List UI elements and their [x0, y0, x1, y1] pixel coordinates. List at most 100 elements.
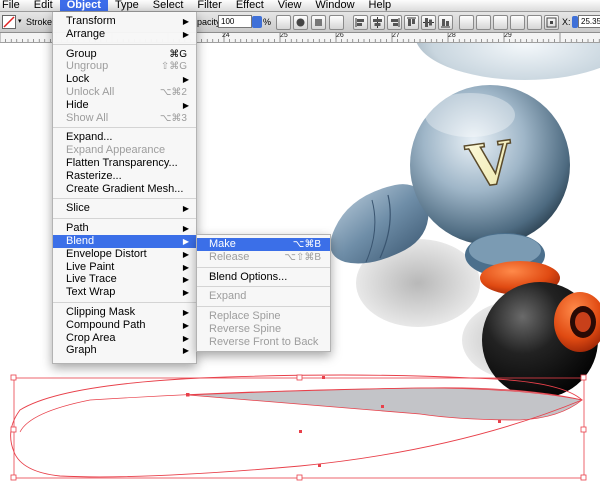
- stroke-label: Stroke:: [26, 17, 55, 27]
- menu-item-label: Rasterize...: [66, 169, 122, 182]
- menu-separator: [53, 198, 196, 200]
- fill-dropdown-icon[interactable]: ▾: [18, 15, 24, 29]
- menu-item-label: Text Wrap: [66, 286, 116, 299]
- shortcut-label: ⌥⌘B: [292, 239, 321, 250]
- menu-item-label: Transform: [66, 15, 116, 27]
- align-center-icon[interactable]: [370, 15, 385, 30]
- recolor-artwork-button[interactable]: [276, 15, 291, 30]
- menu-separator: [53, 43, 196, 45]
- submenu-arrow-icon: ▶: [182, 100, 189, 110]
- menu-item-compound-path[interactable]: Compound Path ▶: [53, 319, 196, 332]
- menu-item-label: Arrange: [66, 27, 106, 40]
- menu-item-rasterize[interactable]: Rasterize...: [53, 170, 196, 183]
- menu-item-lock[interactable]: Lock ▶: [53, 73, 196, 86]
- top-dome: [416, 43, 600, 80]
- shortcut-label: ⌘G: [169, 48, 187, 60]
- menu-separator: [197, 286, 330, 288]
- x-label: X:: [562, 17, 571, 27]
- menu-item-label: Clipping Mask: [66, 305, 136, 318]
- menubar-file[interactable]: File: [0, 0, 27, 11]
- menubar-effect[interactable]: Effect: [229, 0, 271, 11]
- menu-item-flatten-transparency[interactable]: Flatten Transparency...: [53, 157, 196, 170]
- menu-item-live-paint[interactable]: Live Paint ▶: [53, 261, 196, 274]
- select-similar-button[interactable]: [311, 15, 326, 30]
- menu-item-label: Compound Path: [66, 318, 146, 331]
- menu-item-path[interactable]: Path ▶: [53, 222, 196, 235]
- shortcut-label: ⌥⌘3: [159, 112, 187, 124]
- opacity-unit: %: [263, 17, 272, 27]
- menu-item-label: Envelope Distort: [66, 247, 147, 260]
- menubar-view[interactable]: View: [271, 0, 309, 11]
- menu-item-live-trace[interactable]: Live Trace ▶: [53, 273, 196, 286]
- opacity-dropdown-button[interactable]: [252, 16, 262, 28]
- menubar-edit[interactable]: Edit: [27, 0, 60, 11]
- menu-item-unlock-all: Unlock All ⌥⌘2: [53, 86, 196, 99]
- reference-point-icon[interactable]: [544, 15, 559, 30]
- menubar-object[interactable]: Object: [59, 0, 108, 11]
- menu-item-label: Live Trace: [66, 273, 117, 286]
- ruler-number: 25: [280, 33, 288, 39]
- menubar-type[interactable]: Type: [108, 0, 146, 11]
- isolate-group-button[interactable]: [293, 15, 308, 30]
- menu-item-crop-area[interactable]: Crop Area ▶: [53, 332, 196, 345]
- menubar-window[interactable]: Window: [308, 0, 361, 11]
- ruler-number: 28: [448, 33, 456, 39]
- menubar-select[interactable]: Select: [146, 0, 191, 11]
- menu-item-slice[interactable]: Slice ▶: [53, 202, 196, 215]
- submenu-arrow-icon: ▶: [182, 204, 189, 214]
- submenu-arrow-icon: ▶: [182, 307, 189, 317]
- shortcut-label: ⌥⌘2: [159, 86, 187, 98]
- fill-swatch[interactable]: [2, 15, 16, 29]
- menu-item-label: Blend: [66, 234, 95, 247]
- align-left-icon[interactable]: [353, 15, 368, 30]
- menu-item-group[interactable]: Group ⌘G: [53, 48, 196, 61]
- distribute-left-icon[interactable]: [510, 15, 525, 30]
- menu-item-create-gradient-mesh[interactable]: Create Gradient Mesh...: [53, 183, 196, 196]
- menu-item-expand-appearance: Expand Appearance: [53, 144, 196, 157]
- menu-item-hide[interactable]: Hide ▶: [53, 99, 196, 112]
- menu-item-blend-options[interactable]: Blend Options...: [197, 271, 330, 284]
- shortcut-label: ⌥⇧⌘B: [284, 251, 321, 263]
- menu-item-reverse-front-to-back: Reverse Front to Back: [197, 336, 330, 349]
- menu-item-blend[interactable]: Blend ▶: [53, 234, 196, 248]
- menu-item-make[interactable]: Make ⌥⌘B: [197, 238, 330, 251]
- align-bottom-icon[interactable]: [438, 15, 453, 30]
- submenu-arrow-icon: ▶: [182, 333, 189, 343]
- submenu-arrow-icon: ▶: [182, 262, 189, 272]
- align-right-icon[interactable]: [387, 15, 402, 30]
- distribute-bottom-icon[interactable]: [493, 15, 508, 30]
- x-input[interactable]: 25.3505: [578, 15, 600, 28]
- menu-item-ungroup: Ungroup ⇧⌘G: [53, 60, 196, 73]
- menu-item-graph[interactable]: Graph ▶: [53, 344, 196, 357]
- menu-separator: [53, 127, 196, 129]
- blend-shape: [187, 387, 583, 421]
- submenu-arrow-icon: ▶: [182, 288, 189, 298]
- menu-item-show-all: Show All ⌥⌘3: [53, 112, 196, 125]
- distribute-vcenter-icon[interactable]: [476, 15, 491, 30]
- menu-item-label: Blend Options...: [209, 270, 288, 283]
- menu-item-label: Graph: [66, 344, 97, 357]
- shortcut-label: ⇧⌘G: [160, 61, 187, 73]
- menubar-help[interactable]: Help: [362, 0, 399, 11]
- align-middle-icon[interactable]: [421, 15, 436, 30]
- submenu-arrow-icon: ▶: [182, 17, 189, 26]
- distribute-hcenter-icon[interactable]: [527, 15, 542, 30]
- menu-item-label: Flatten Transparency...: [66, 156, 178, 169]
- menu-item-expand[interactable]: Expand...: [53, 131, 196, 144]
- menu-item-label: Expand: [209, 290, 247, 303]
- opacity-input[interactable]: 100: [218, 15, 252, 28]
- menu-item-clipping-mask[interactable]: Clipping Mask ▶: [53, 306, 196, 319]
- select-similar-options-button[interactable]: [329, 15, 344, 30]
- menu-item-label: Crop Area: [66, 331, 116, 344]
- menu-item-label: Path: [66, 222, 89, 235]
- menu-item-envelope-distort[interactable]: Envelope Distort ▶: [53, 248, 196, 261]
- align-top-icon[interactable]: [404, 15, 419, 30]
- menu-item-label: Hide: [66, 98, 89, 111]
- distribute-top-icon[interactable]: [459, 15, 474, 30]
- menu-item-arrange[interactable]: Arrange ▶: [53, 28, 196, 41]
- menubar-filter[interactable]: Filter: [190, 0, 228, 11]
- submenu-arrow-icon: ▶: [182, 29, 189, 39]
- ruler-number: 26: [336, 33, 344, 39]
- menu-item-text-wrap[interactable]: Text Wrap ▶: [53, 286, 196, 299]
- menu-item-transform[interactable]: Transform ▶: [53, 15, 196, 28]
